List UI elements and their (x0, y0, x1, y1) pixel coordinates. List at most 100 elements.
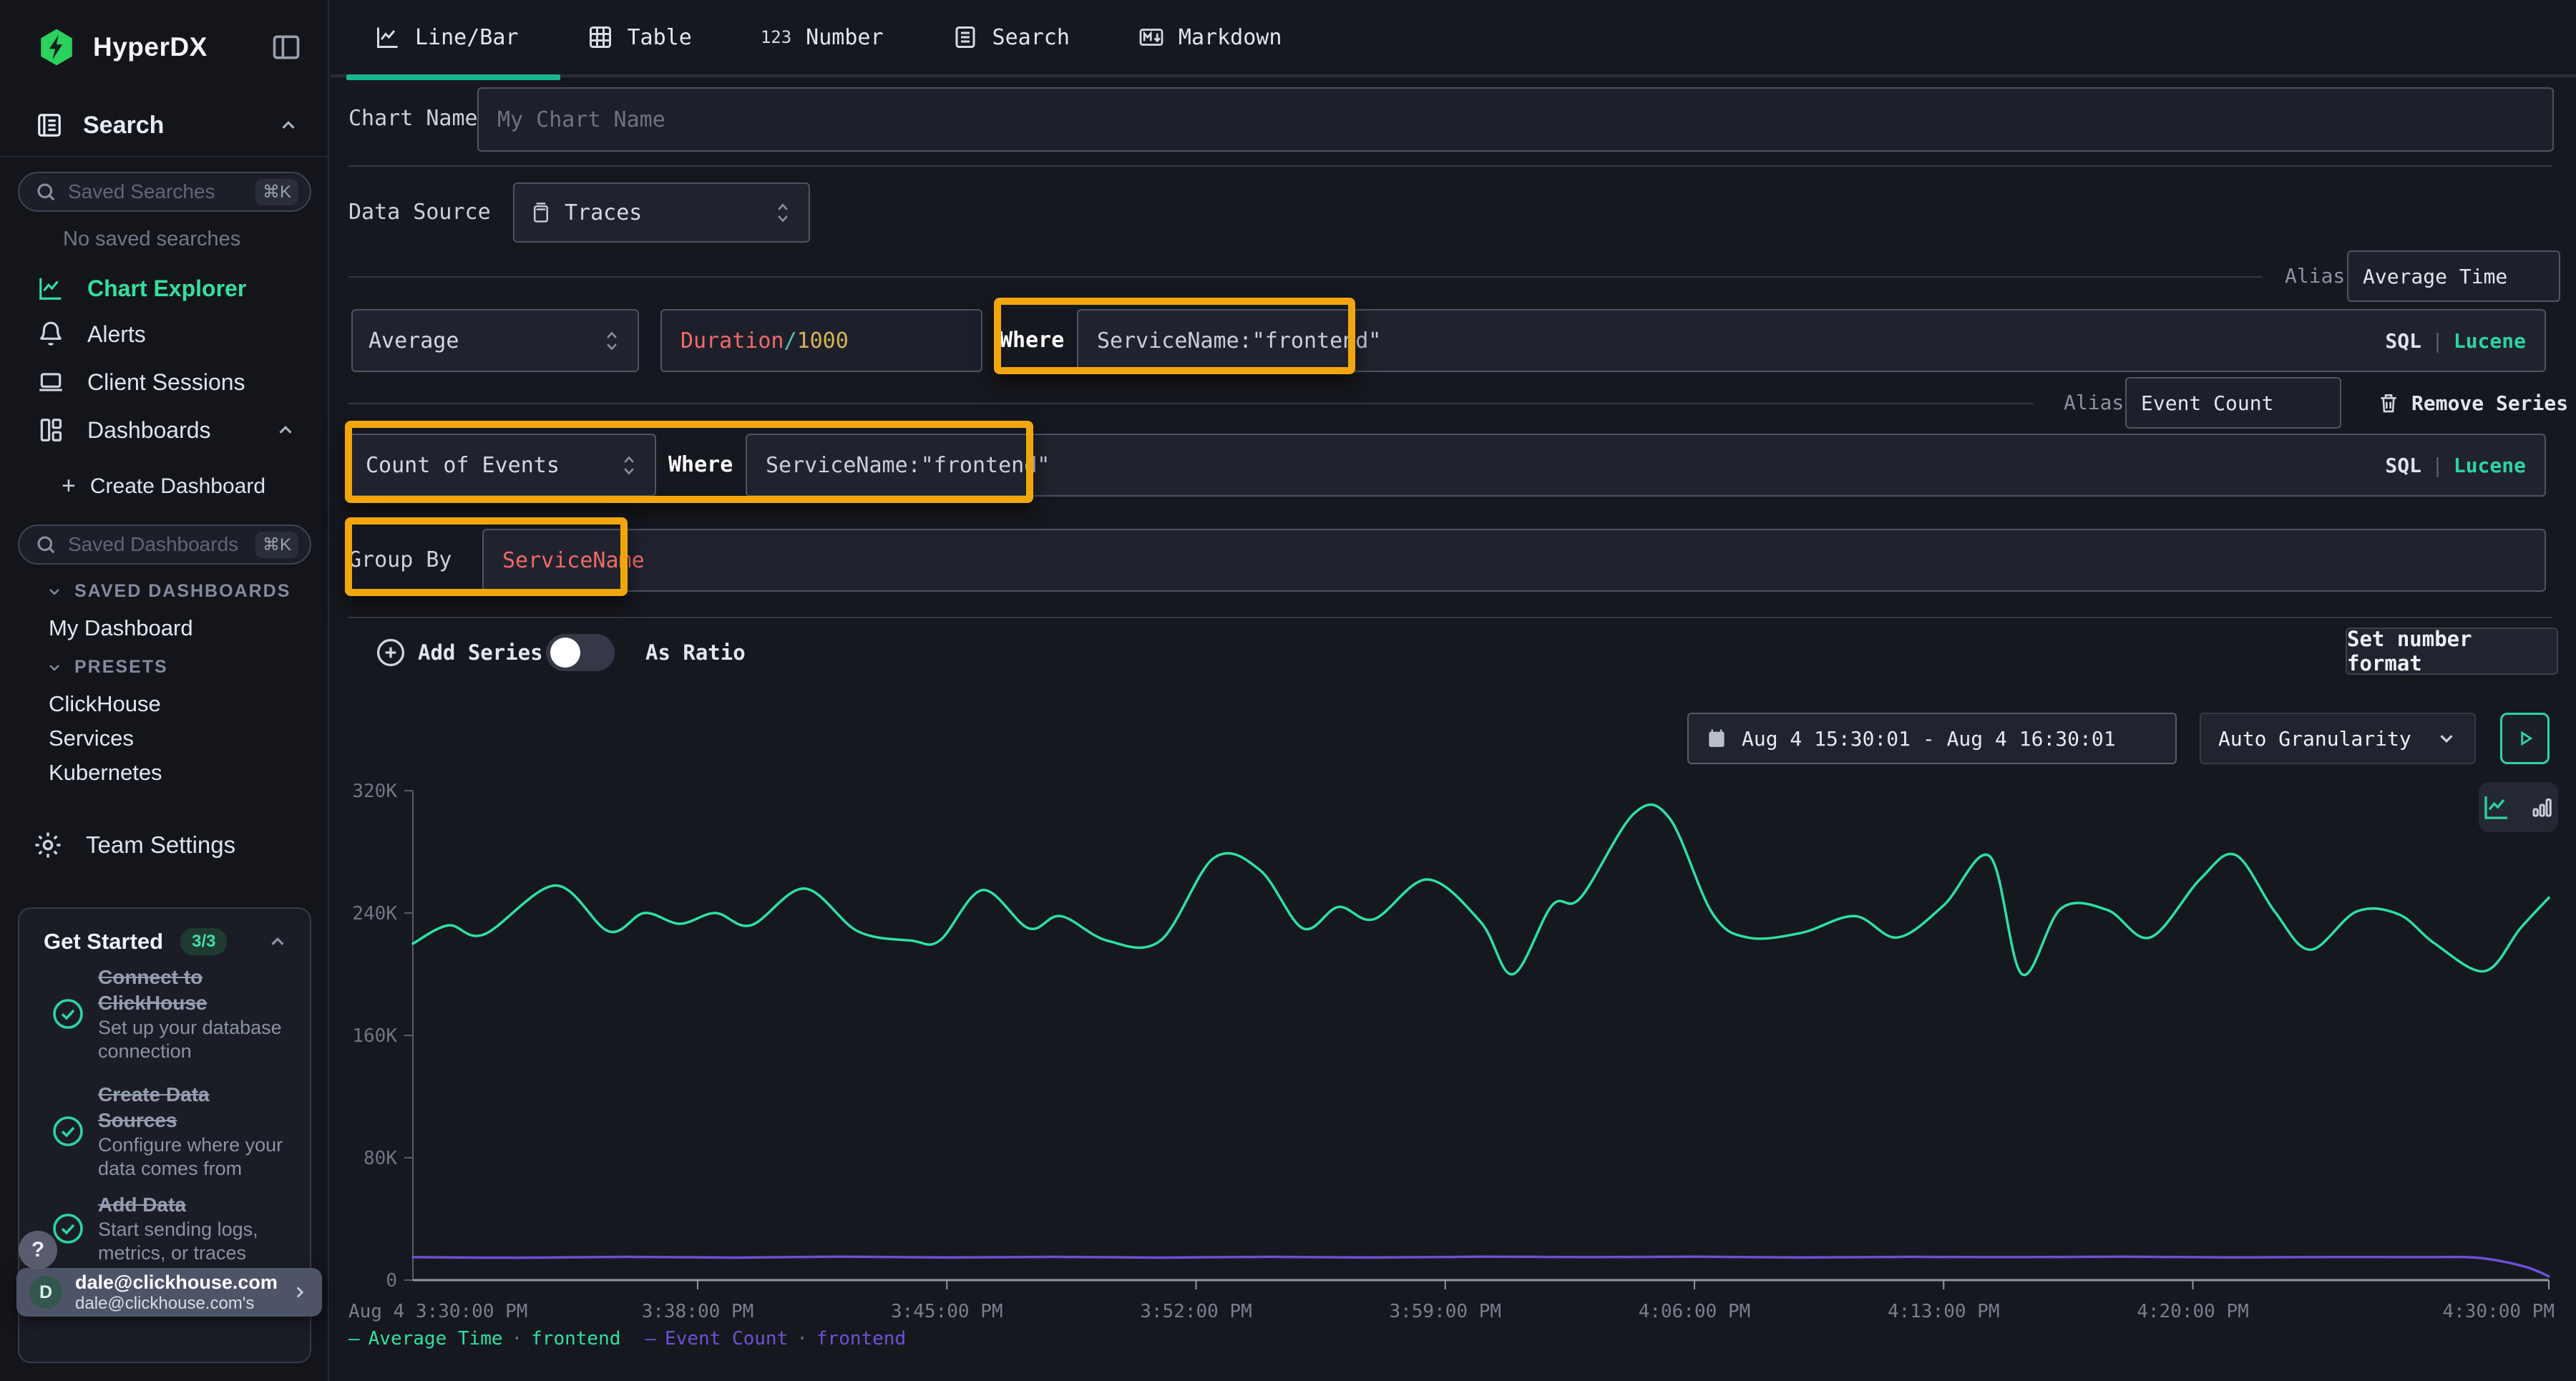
chevron-down-icon (46, 659, 63, 676)
help-button[interactable]: ? (19, 1231, 57, 1269)
lucene-toggle[interactable]: Lucene (2454, 454, 2526, 477)
get-started-item-connect[interactable]: Connect to ClickHouse Set up your databa… (51, 965, 293, 1063)
tab-table[interactable]: Table (587, 24, 692, 50)
chart-name-input-wrap (477, 87, 2554, 152)
x-tick-label: 3:45:00 PM (891, 1301, 1003, 1322)
sidebar-item-team-settings[interactable]: Team Settings (0, 823, 328, 867)
saved-searches-placeholder: Saved Searches (68, 180, 255, 203)
series2-aggregation-select[interactable]: Count of Events (348, 434, 656, 497)
brand-name: HyperDX (93, 32, 208, 62)
layout-grid-icon (37, 416, 64, 444)
data-source-value: Traces (565, 200, 642, 225)
sidebar-item-dashboards[interactable]: Dashboards (0, 408, 328, 452)
sidebar-item-my-dashboard[interactable]: My Dashboard (49, 615, 193, 641)
series-line-average-time (413, 804, 2549, 975)
legend-item-average-time[interactable]: — Average Time · frontend (348, 1328, 620, 1350)
saved-dashboards-input[interactable]: Saved Dashboards ⌘K (18, 524, 311, 565)
chart-name-input[interactable] (497, 107, 2534, 132)
sidebar-section-search[interactable]: Search (36, 107, 299, 143)
chart-type-toggle[interactable] (2479, 782, 2558, 832)
tab-bar: Line/Bar Table 123 Number Search Markdow… (331, 0, 2576, 77)
avatar: D (29, 1276, 62, 1309)
series1-field-input[interactable]: Duration/1000 (660, 309, 982, 372)
gear-icon (33, 830, 63, 860)
table-icon (587, 24, 613, 50)
sidebar-item-clickhouse[interactable]: ClickHouse (49, 691, 161, 717)
hyperdx-logo-icon (36, 26, 77, 68)
chart-line-icon (37, 275, 64, 302)
saved-dashboards-group-header[interactable]: SAVED DASHBOARDS (46, 581, 291, 602)
date-range-picker[interactable]: Aug 4 15:30:01 - Aug 4 16:30:01 (1687, 713, 2177, 764)
data-source-label: Data Source (348, 182, 491, 243)
tab-line-bar[interactable]: Line/Bar (375, 24, 519, 50)
run-query-button[interactable] (2500, 713, 2550, 764)
tab-number[interactable]: 123 Number (761, 25, 884, 50)
sidebar-item-chart-explorer[interactable]: Chart Explorer (0, 266, 328, 311)
legend-group-name: frontend (531, 1328, 620, 1350)
divider (348, 165, 2552, 167)
sidebar-collapse-icon[interactable] (270, 31, 302, 63)
check-circle-icon (51, 1114, 85, 1148)
sidebar-item-alerts[interactable]: Alerts (0, 312, 328, 356)
sidebar-item-client-sessions[interactable]: Client Sessions (0, 360, 328, 404)
user-menu[interactable]: D dale@clickhouse.com dale@clickhouse.co… (16, 1268, 322, 1317)
legend-dash: — (645, 1328, 656, 1350)
line-chart-icon[interactable] (2482, 793, 2511, 821)
sql-toggle[interactable]: SQL (2385, 454, 2421, 477)
bar-chart-icon[interactable] (2529, 794, 2555, 820)
sidebar-item-services[interactable]: Services (49, 726, 134, 751)
sidebar: HyperDX Search Saved Searches ⌘K No save… (0, 0, 329, 1381)
granularity-value: Auto Granularity (2218, 727, 2411, 751)
x-tick-label: 4:06:00 PM (1639, 1301, 1751, 1322)
tab-markdown[interactable]: Markdown (1138, 24, 1282, 50)
group-by-input[interactable]: ServiceName (482, 529, 2546, 592)
sidebar-item-kubernetes[interactable]: Kubernetes (49, 760, 162, 786)
get-started-item-sources[interactable]: Create Data Sources Configure where your… (51, 1082, 293, 1181)
toggle-knob (550, 638, 580, 668)
x-tick-label: 4:13:00 PM (1888, 1301, 2000, 1322)
series1-alias-input[interactable] (2363, 265, 2545, 288)
timeseries-chart: 080K160K240K320K3:38:00 PM3:45:00 PM3:52… (345, 784, 2570, 1327)
divider (348, 617, 2552, 618)
set-number-format-button[interactable]: Set number format (2346, 628, 2558, 675)
alias-label: Alias (2064, 377, 2124, 429)
check-circle-icon (51, 997, 85, 1031)
series2-where-value: ServiceName:"frontend" (766, 453, 1050, 478)
saved-searches-input[interactable]: Saved Searches ⌘K (18, 172, 311, 212)
series2-where-label: Where (668, 434, 733, 497)
legend-group-name: frontend (816, 1328, 906, 1350)
play-icon (2513, 726, 2537, 751)
series1-where-value: ServiceName:"frontend" (1097, 328, 1381, 353)
create-dashboard-button[interactable]: + Create Dashboard (62, 472, 265, 500)
operator-token: / (784, 328, 797, 353)
chevron-up-icon[interactable] (267, 931, 288, 952)
shortcut-badge: ⌘K (255, 532, 298, 558)
search-section-label: Search (83, 112, 164, 140)
data-source-select[interactable]: Traces (513, 182, 810, 243)
series2-alias-input[interactable] (2141, 391, 2326, 415)
alias-label: Alias (2285, 250, 2345, 302)
lucene-toggle[interactable]: Lucene (2454, 329, 2526, 353)
series1-aggregation-select[interactable]: Average (351, 309, 639, 372)
as-ratio-toggle[interactable] (546, 634, 615, 671)
sql-toggle[interactable]: SQL (2385, 329, 2421, 353)
legend-item-event-count[interactable]: — Event Count · frontend (645, 1328, 906, 1350)
search-icon (35, 181, 57, 202)
user-org: dale@clickhouse.com's (75, 1294, 278, 1313)
get-started-item-add-data[interactable]: Add Data Start sending logs, metrics, or… (51, 1192, 293, 1265)
granularity-select[interactable]: Auto Granularity (2200, 713, 2476, 764)
series1-alias-input-wrap (2347, 250, 2560, 302)
get-started-badge: 3/3 (180, 928, 227, 955)
group-by-label: Group By (348, 529, 452, 592)
tab-search[interactable]: Search (952, 24, 1070, 50)
plus-icon: + (62, 472, 76, 500)
remove-series-button[interactable]: Remove Series (2377, 377, 2568, 429)
presets-group-header[interactable]: PRESETS (46, 657, 168, 678)
series2-where-input[interactable]: ServiceName:"frontend" SQL|Lucene (746, 434, 2546, 497)
select-updown-icon (773, 200, 793, 225)
check-circle-icon (51, 1211, 85, 1246)
as-ratio-label: As Ratio (645, 633, 746, 673)
list-document-icon (952, 24, 978, 50)
add-series-button[interactable]: Add Series (375, 633, 543, 673)
series1-where-input[interactable]: ServiceName:"frontend" SQL|Lucene (1077, 309, 2546, 372)
